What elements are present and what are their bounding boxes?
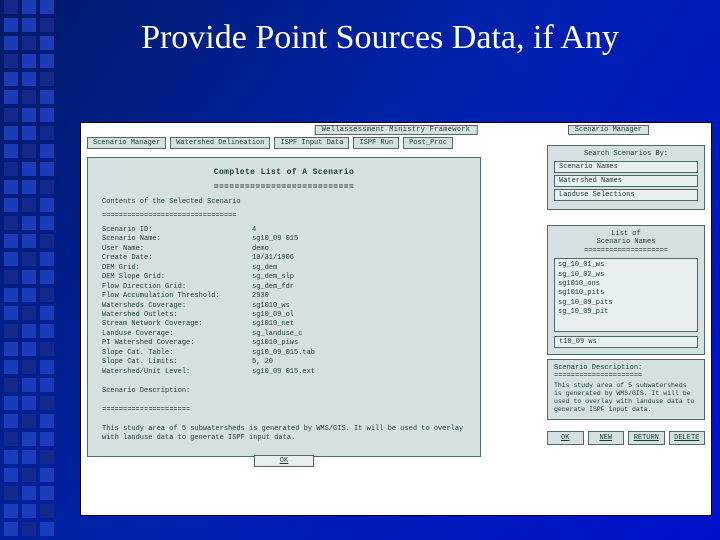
slide-background: Provide Point Sources Data, if Any Wella… bbox=[0, 0, 720, 540]
detail-key: Watershed Outlets: bbox=[102, 311, 252, 320]
detail-row: Flow Accumulation Threshold:2930 bbox=[102, 292, 466, 301]
action-button-row: OK NEW RETURN DELETE bbox=[547, 431, 705, 445]
detail-key: Flow Direction Grid: bbox=[102, 283, 252, 292]
detail-value: sg1010_piws bbox=[252, 339, 466, 348]
window-title: Wellassessment Ministry Framework bbox=[315, 125, 478, 135]
detail-key: Watershed/Unit Level: bbox=[102, 368, 252, 377]
search-heading: Search Scenarios By: bbox=[554, 150, 698, 158]
ok-button-right[interactable]: OK bbox=[547, 431, 584, 445]
detail-key: Slope Cat. Table: bbox=[102, 349, 252, 358]
app-screenshot: Wellassessment Ministry Framework Scenar… bbox=[80, 122, 712, 516]
detail-row: PI Watershed Coverage:sg1010_piws bbox=[102, 339, 466, 348]
detail-value: sg_dem_fdr bbox=[252, 283, 466, 292]
detail-value: sg_landuse_c bbox=[252, 330, 466, 339]
detail-value: 2930 bbox=[252, 292, 466, 301]
scenario-list-extra[interactable]: t10_09 ws bbox=[554, 336, 698, 348]
return-button[interactable]: RETURN bbox=[628, 431, 665, 445]
scenario-desc-body: This study area of 5 subwatersheds is ge… bbox=[102, 425, 466, 443]
detail-row: Watershed Outlets:sg10_09_ol bbox=[102, 311, 466, 320]
desc-rule: ===================== bbox=[554, 372, 698, 380]
list-item[interactable]: sg_10_09_pits bbox=[558, 299, 694, 308]
search-by-scenario-names[interactable]: Scenario Names bbox=[554, 161, 698, 173]
slide-title: Provide Point Sources Data, if Any bbox=[60, 18, 700, 57]
list-item[interactable]: sg_10_09_pit bbox=[558, 308, 694, 317]
scenario-list-box: List of Scenario Names =================… bbox=[547, 225, 705, 355]
list-item[interactable]: sg1010_pits bbox=[558, 289, 694, 298]
detail-key: Watersheds Coverage: bbox=[102, 302, 252, 311]
detail-row: Create Date:10/31/1906 bbox=[102, 254, 466, 263]
ok-button[interactable]: OK bbox=[254, 455, 314, 467]
detail-key: Landuse Coverage: bbox=[102, 330, 252, 339]
detail-key: Stream Network Coverage: bbox=[102, 320, 252, 329]
desc-body: This study area of 5 subwatersheds is ge… bbox=[554, 382, 698, 415]
detail-key: Create Date: bbox=[102, 254, 252, 263]
desc-heading: Scenario Description: bbox=[554, 364, 698, 372]
detail-value: demo bbox=[252, 245, 466, 254]
detail-row: Landuse Coverage:sg_landuse_c bbox=[102, 330, 466, 339]
search-by-landuse[interactable]: Landuse Selections bbox=[554, 189, 698, 201]
list-item[interactable]: sg_10_01_ws bbox=[558, 261, 694, 270]
detail-key: DEM Grid: bbox=[102, 264, 252, 273]
detail-row: Watershed/Unit Level:sg10_09 015.ext bbox=[102, 368, 466, 377]
scenario-desc-rule: ===================== bbox=[102, 406, 466, 415]
search-scenarios-box: Search Scenarios By: Scenario Names Wate… bbox=[547, 145, 705, 210]
detail-value: sg_dem bbox=[252, 264, 466, 273]
detail-key: Scenario ID: bbox=[102, 226, 252, 235]
scenario-detail-panel: Complete List of A Scenario ============… bbox=[87, 157, 481, 457]
detail-value: sg_dem_slp bbox=[252, 273, 466, 282]
decorative-squares bbox=[4, 0, 62, 540]
detail-row: Watersheds Coverage:sg1010_ws bbox=[102, 302, 466, 311]
detail-row: DEM Slope Grid:sg_dem_slp bbox=[102, 273, 466, 282]
tab-ispf-input-data[interactable]: ISPF Input Data bbox=[274, 137, 349, 149]
detail-row: DEM Grid:sg_dem bbox=[102, 264, 466, 273]
tab-post-proc[interactable]: Post_Proc bbox=[403, 137, 453, 149]
detail-value: sg1010_net bbox=[252, 320, 466, 329]
detail-rows: Scenario ID:4Scenario Name:sg10_09 015Us… bbox=[102, 226, 466, 377]
list-item[interactable]: sg_10_02_ws bbox=[558, 271, 694, 280]
detail-value: sg10_09 015.ext bbox=[252, 368, 466, 377]
detail-row: User Name:demo bbox=[102, 245, 466, 254]
panel-heading-rule: =========================== bbox=[102, 183, 466, 192]
search-by-watershed-names[interactable]: Watershed Names bbox=[554, 175, 698, 187]
scenario-description-box: Scenario Description: ==================… bbox=[547, 359, 705, 420]
detail-key: Flow Accumulation Threshold: bbox=[102, 292, 252, 301]
detail-row: Slope Cat. Limits:5, 20 bbox=[102, 358, 466, 367]
scenario-desc-heading: Scenario Description: bbox=[102, 387, 466, 396]
detail-key: DEM Slope Grid: bbox=[102, 273, 252, 282]
detail-key: Slope Cat. Limits: bbox=[102, 358, 252, 367]
detail-row: Stream Network Coverage:sg1010_net bbox=[102, 320, 466, 329]
detail-row: Scenario Name:sg10_09 015 bbox=[102, 235, 466, 244]
panel-subheading-rule: ================================ bbox=[102, 212, 466, 220]
panel-heading: Complete List of A Scenario bbox=[102, 168, 466, 177]
detail-value: sg10_09_ol bbox=[252, 311, 466, 320]
top-tab-bar: Scenario Manager Watershed Delineation I… bbox=[87, 137, 453, 149]
scenario-list-heading: List of Scenario Names =================… bbox=[554, 230, 698, 255]
detail-key: PI Watershed Coverage: bbox=[102, 339, 252, 348]
detail-row: Flow Direction Grid:sg_dem_fdr bbox=[102, 283, 466, 292]
scenario-manager-label: Scenario Manager bbox=[568, 125, 649, 135]
delete-button[interactable]: DELETE bbox=[669, 431, 706, 445]
detail-value: 5, 20 bbox=[252, 358, 466, 367]
panel-subheading: Contents of the Selected Scenario bbox=[102, 198, 466, 206]
detail-value: sg10_09 015 bbox=[252, 235, 466, 244]
detail-row: Slope Cat. Table:sg10_09_015.tab bbox=[102, 349, 466, 358]
detail-row: Scenario ID:4 bbox=[102, 226, 466, 235]
tab-scenario-manager[interactable]: Scenario Manager bbox=[87, 137, 166, 149]
list-item[interactable]: sg1010_ons bbox=[558, 280, 694, 289]
detail-value: 4 bbox=[252, 226, 466, 235]
detail-value: sg1010_ws bbox=[252, 302, 466, 311]
tab-ispf-run[interactable]: ISPF Run bbox=[353, 137, 399, 149]
tab-watershed-delineation[interactable]: Watershed Delineation bbox=[170, 137, 270, 149]
scenario-list-scroll[interactable]: sg_10_01_wssg_10_02_wssg1010_onssg1010_p… bbox=[554, 258, 698, 332]
detail-key: User Name: bbox=[102, 245, 252, 254]
detail-value: 10/31/1906 bbox=[252, 254, 466, 263]
detail-key: Scenario Name: bbox=[102, 235, 252, 244]
new-button[interactable]: NEW bbox=[588, 431, 625, 445]
detail-value: sg10_09_015.tab bbox=[252, 349, 466, 358]
